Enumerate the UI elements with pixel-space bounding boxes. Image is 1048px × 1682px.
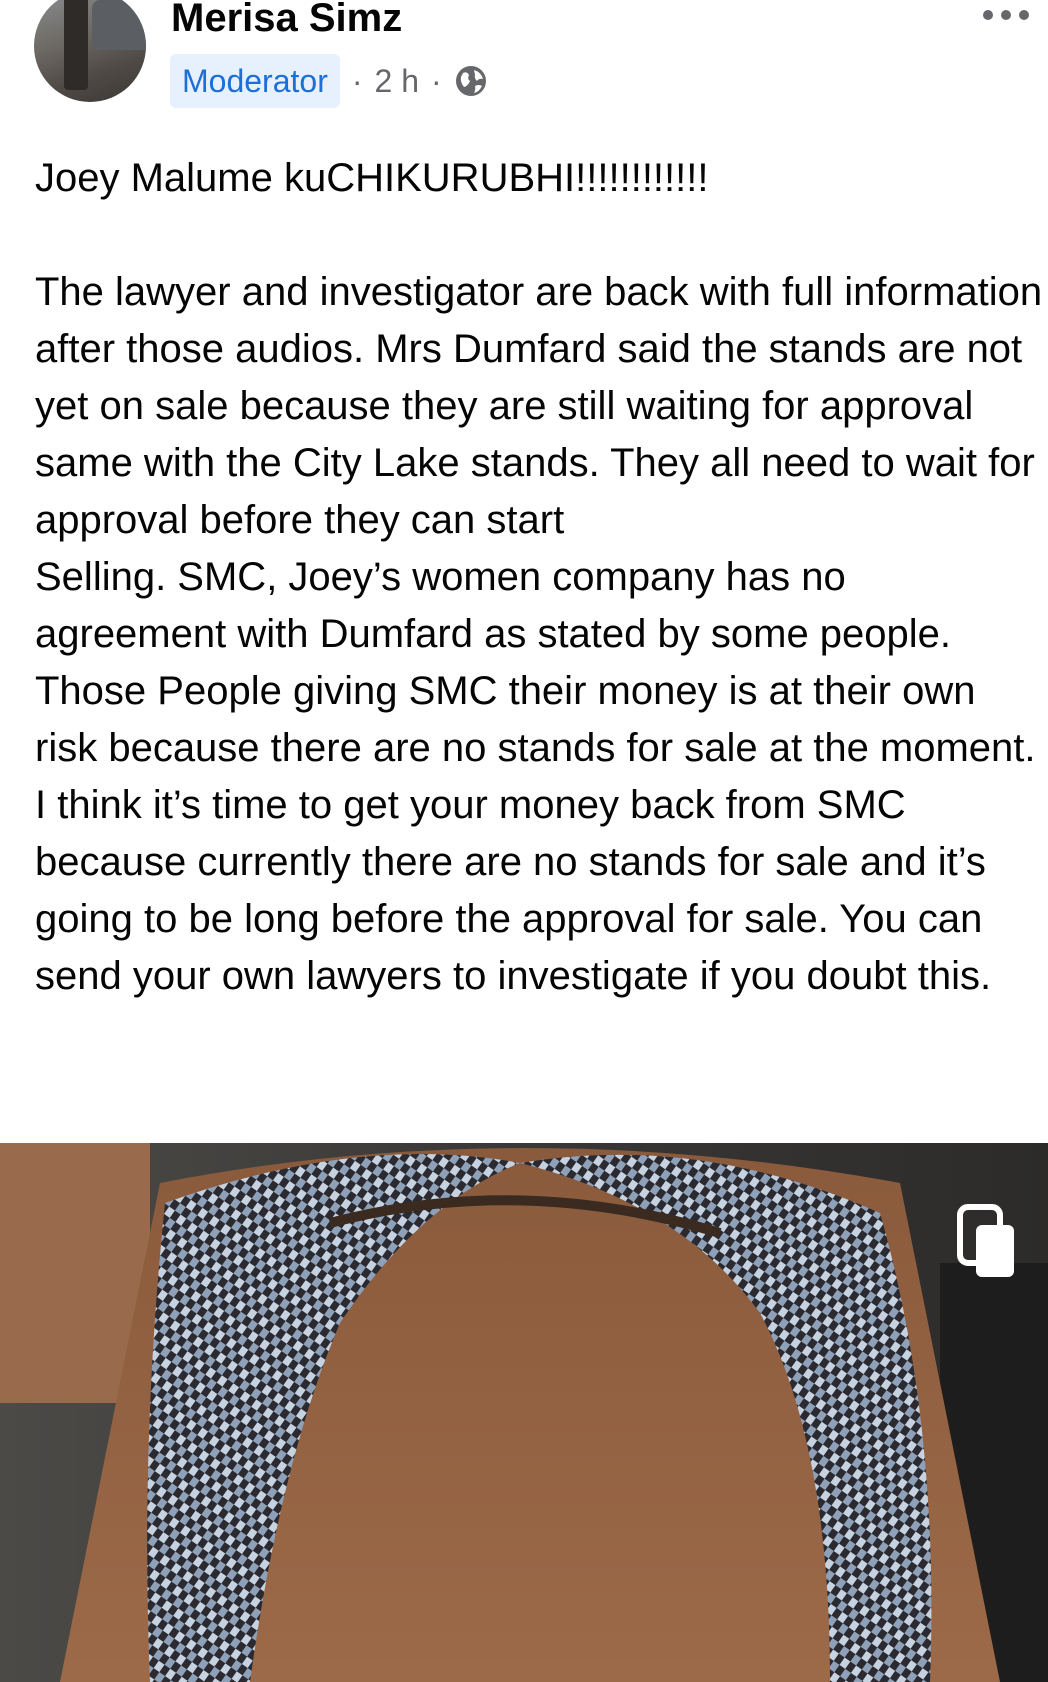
- multi-photo-gallery-icon[interactable]: [956, 1203, 1018, 1281]
- post-text: Joey Malume kuCHIKURUBHI!!!!!!!!!!!! The…: [35, 150, 1045, 1005]
- avatar-background-car: [92, 0, 146, 50]
- photo-image: [0, 1143, 1048, 1682]
- post-meta: Moderator · 2 h ·: [170, 54, 488, 108]
- post-photo[interactable]: [0, 1143, 1048, 1682]
- author-name[interactable]: Merisa Simz: [171, 0, 402, 42]
- more-options-icon[interactable]: [983, 0, 1033, 28]
- meta-separator: ·: [351, 63, 363, 99]
- meta-separator: ·: [430, 63, 442, 99]
- post-header: Merisa Simz Moderator · 2 h ·: [0, 0, 1048, 130]
- avatar-person-figure: [64, 0, 88, 90]
- moderator-badge[interactable]: Moderator: [170, 54, 340, 108]
- globe-icon[interactable]: [454, 64, 488, 98]
- post-timestamp[interactable]: 2 h: [375, 62, 419, 100]
- post-headline: Joey Malume kuCHIKURUBHI!!!!!!!!!!!!: [35, 156, 709, 200]
- author-avatar[interactable]: [34, 0, 146, 102]
- post-paragraph: The lawyer and investigator are back wit…: [35, 270, 1043, 998]
